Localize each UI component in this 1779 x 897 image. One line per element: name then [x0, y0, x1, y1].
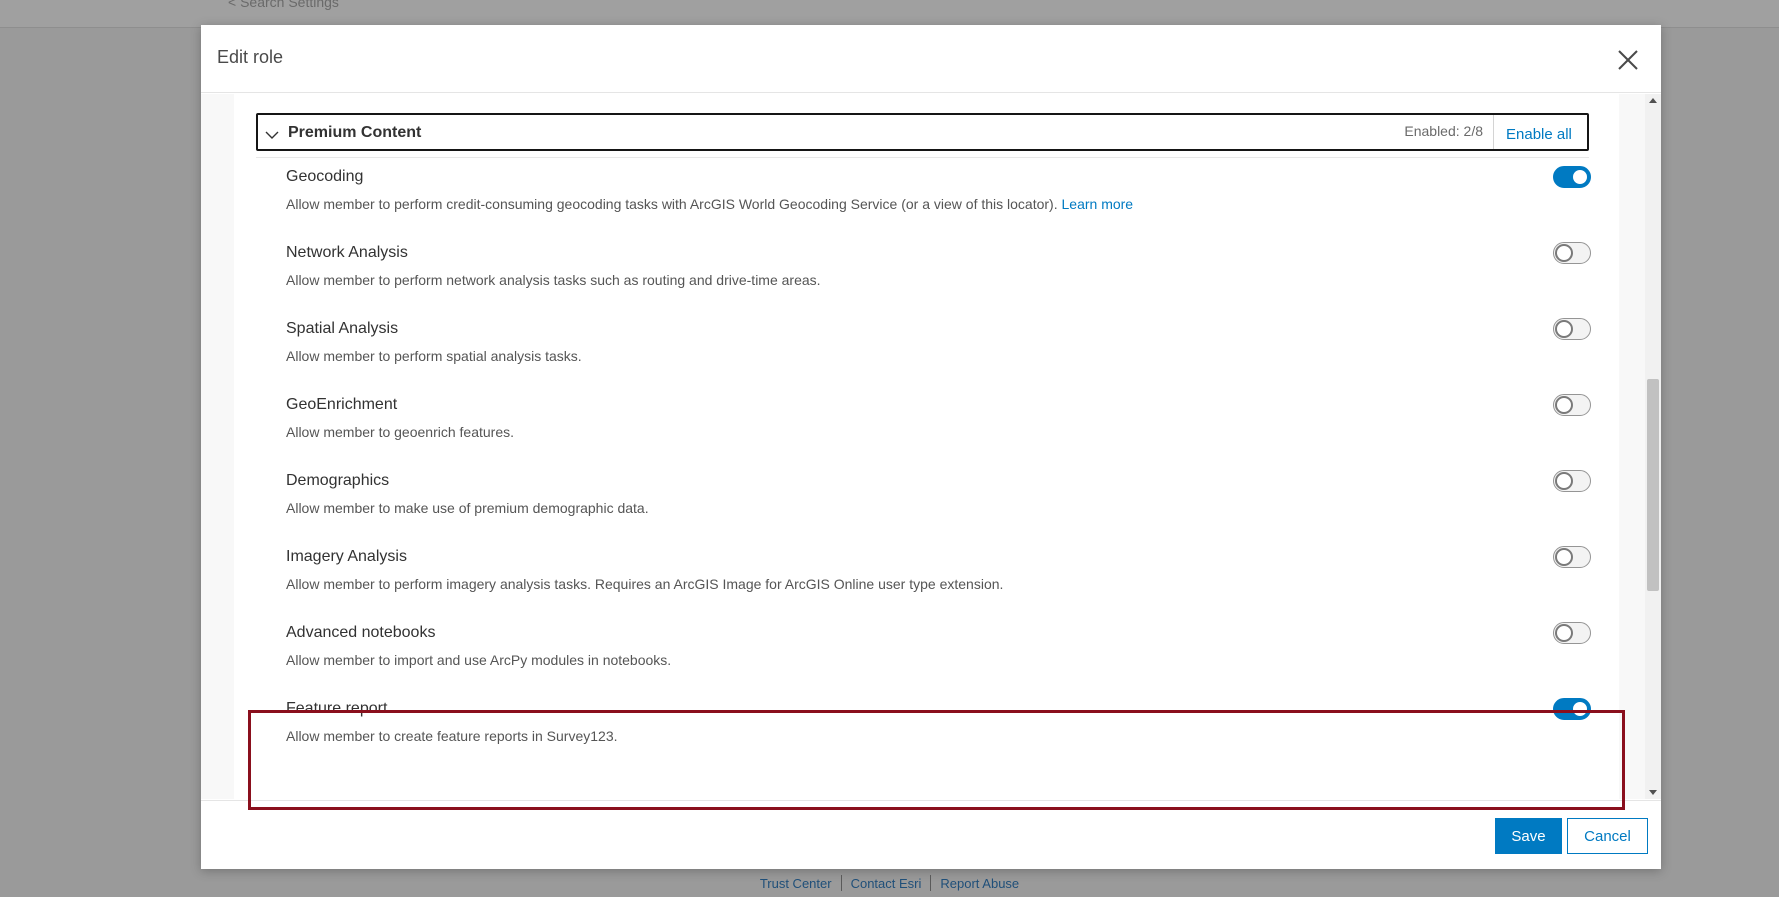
- toggle-knob: [1571, 168, 1589, 186]
- privilege-feature-report: Feature report Allow member to create fe…: [286, 698, 1591, 770]
- privilege-description: Allow member to make use of premium demo…: [286, 500, 649, 516]
- privilege-description: Allow member to perform spatial analysis…: [286, 348, 582, 364]
- privileges-panel: Premium Content Enabled: 2/8 Enable all …: [234, 94, 1619, 799]
- cancel-button[interactable]: Cancel: [1567, 818, 1648, 854]
- privilege-description: Allow member to perform network analysis…: [286, 272, 821, 288]
- scroll-down-icon[interactable]: [1649, 790, 1657, 795]
- privilege-geoenrichment: GeoEnrichment Allow member to geoenrich …: [286, 394, 1591, 466]
- privilege-description: Allow member to create feature reports i…: [286, 728, 618, 744]
- dialog-footer: Save Cancel: [201, 800, 1661, 869]
- geoenrichment-toggle[interactable]: [1553, 394, 1591, 416]
- body-gutter-right: [1619, 94, 1645, 799]
- body-gutter-left: [201, 94, 234, 799]
- privilege-name: Geocoding: [286, 168, 364, 185]
- dialog-body: Premium Content Enabled: 2/8 Enable all …: [201, 94, 1661, 799]
- toggle-knob: [1555, 624, 1573, 642]
- report-abuse-link[interactable]: Report Abuse: [931, 876, 1028, 891]
- privilege-description: Allow member to import and use ArcPy mod…: [286, 652, 672, 668]
- privilege-name: Demographics: [286, 472, 390, 489]
- privilege-name: Imagery Analysis: [286, 548, 407, 565]
- edit-role-dialog: Edit role Premium Content Enabled: 2/8 E…: [201, 25, 1661, 869]
- privilege-name: Advanced notebooks: [286, 624, 436, 641]
- enabled-count: Enabled: 2/8: [1404, 123, 1483, 139]
- privilege-description: Allow member to perform credit-consuming…: [286, 196, 1134, 212]
- privilege-geocoding: Geocoding Allow member to perform credit…: [286, 166, 1591, 238]
- privilege-description: Allow member to geoenrich features.: [286, 424, 514, 440]
- privilege-name: Network Analysis: [286, 244, 408, 261]
- dialog-header: Edit role: [201, 25, 1661, 93]
- save-button[interactable]: Save: [1495, 818, 1562, 854]
- spatial-analysis-toggle[interactable]: [1553, 318, 1591, 340]
- demographics-toggle[interactable]: [1553, 470, 1591, 492]
- toggle-knob: [1555, 320, 1573, 338]
- scroll-up-icon[interactable]: [1649, 98, 1657, 103]
- toggle-knob: [1555, 244, 1573, 262]
- learn-more-link[interactable]: Learn more: [1062, 196, 1134, 212]
- privilege-advanced-notebooks: Advanced notebooks Allow member to impor…: [286, 622, 1591, 694]
- imagery-analysis-toggle[interactable]: [1553, 546, 1591, 568]
- enable-all-button[interactable]: Enable all: [1493, 115, 1587, 149]
- privilege-demographics: Demographics Allow member to make use of…: [286, 470, 1591, 542]
- privilege-spatial-analysis: Spatial Analysis Allow member to perform…: [286, 318, 1591, 390]
- background-header: < Search Settings: [0, 0, 1779, 28]
- toggle-knob: [1555, 548, 1573, 566]
- dialog-title: Edit role: [217, 47, 284, 67]
- divider: [256, 157, 1589, 158]
- network-analysis-toggle[interactable]: [1553, 242, 1591, 264]
- privilege-name: Feature report: [286, 700, 388, 717]
- privilege-name: Spatial Analysis: [286, 320, 399, 337]
- privilege-imagery-analysis: Imagery Analysis Allow member to perform…: [286, 546, 1591, 618]
- chevron-down-icon: [264, 128, 280, 140]
- page-footer: Trust Center Contact Esri Report Abuse: [0, 869, 1779, 897]
- geocoding-toggle[interactable]: [1553, 166, 1591, 188]
- scroll-thumb[interactable]: [1647, 379, 1659, 591]
- advanced-notebooks-toggle[interactable]: [1553, 622, 1591, 644]
- toggle-knob: [1571, 700, 1589, 718]
- privilege-description: Allow member to perform imagery analysis…: [286, 576, 1004, 592]
- privilege-network-analysis: Network Analysis Allow member to perform…: [286, 242, 1591, 314]
- privilege-name: GeoEnrichment: [286, 396, 398, 413]
- trust-center-link[interactable]: Trust Center: [751, 876, 841, 891]
- toggle-knob: [1555, 396, 1573, 414]
- section-title: Premium Content: [288, 124, 422, 141]
- toggle-knob: [1555, 472, 1573, 490]
- contact-esri-link[interactable]: Contact Esri: [842, 876, 931, 891]
- background-search: < Search Settings: [228, 0, 339, 10]
- feature-report-toggle[interactable]: [1553, 698, 1591, 720]
- premium-content-section-header[interactable]: Premium Content Enabled: 2/8 Enable all: [256, 113, 1589, 151]
- scrollbar[interactable]: [1645, 94, 1661, 799]
- close-icon[interactable]: [1617, 49, 1639, 71]
